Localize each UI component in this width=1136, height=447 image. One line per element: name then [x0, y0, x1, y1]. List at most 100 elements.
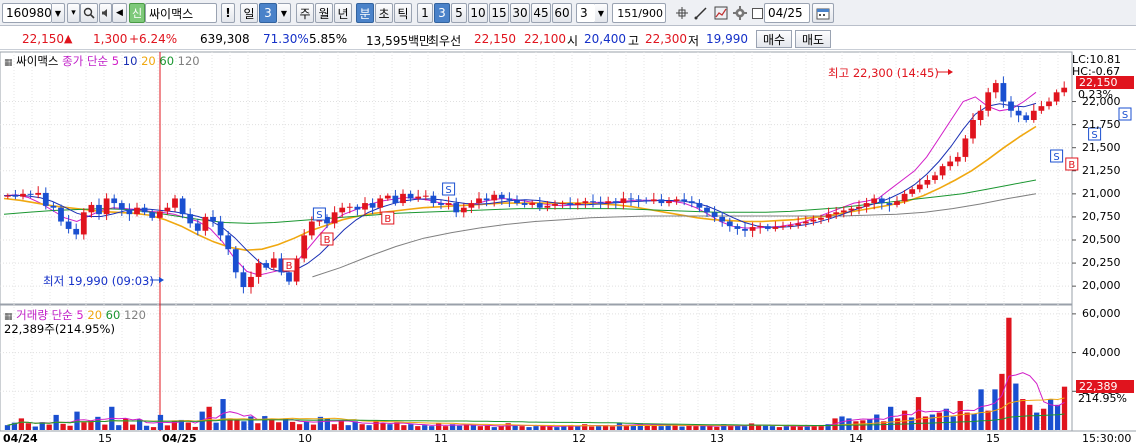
- signal-label: S: [1053, 152, 1059, 163]
- candle-body: [339, 207, 346, 213]
- volume-bar: [345, 425, 351, 430]
- candle-body: [992, 83, 999, 93]
- interval-dropdown[interactable]: ▼: [595, 3, 608, 23]
- candle-body: [384, 195, 391, 199]
- volume-bar: [1006, 317, 1012, 430]
- volume-bar: [839, 416, 845, 430]
- interval-30-button[interactable]: 30: [510, 3, 530, 23]
- period-week-button[interactable]: 주: [296, 3, 314, 23]
- volume-pct-tag: 214.95%: [1078, 392, 1127, 405]
- interval-1-button[interactable]: 1: [417, 3, 433, 23]
- volume-bar: [1061, 386, 1068, 430]
- candle-body: [726, 221, 733, 227]
- candle-body: [559, 203, 566, 205]
- calendar-icon[interactable]: [812, 3, 834, 23]
- draw-line-tool-icon[interactable]: [692, 3, 710, 23]
- candle-body: [1000, 83, 1007, 102]
- y-tick-label: 21,000: [1082, 186, 1121, 200]
- period-dropdown[interactable]: ▼: [278, 3, 291, 23]
- volume-bar: [978, 389, 984, 430]
- candle-body: [970, 120, 976, 139]
- interval-5-button[interactable]: 5: [451, 3, 467, 23]
- candle-body: [590, 201, 596, 203]
- trade-volume: 639,308: [200, 32, 250, 46]
- volume-bar: [303, 421, 310, 430]
- volume-bar: [25, 423, 31, 430]
- stock-code-dropdown[interactable]: ▼: [52, 3, 65, 23]
- low-label: 저: [688, 34, 700, 48]
- prev-stock-icon[interactable]: ◀: [112, 3, 127, 23]
- chart-settings-icon[interactable]: [712, 3, 730, 23]
- candle-body: [1046, 101, 1052, 107]
- candle-body: [894, 201, 900, 205]
- interval-custom-field[interactable]: 3: [576, 3, 596, 23]
- interval-10-button[interactable]: 10: [468, 3, 488, 23]
- period-year-button[interactable]: 년: [334, 3, 352, 23]
- stock-info-button[interactable]: !: [221, 3, 235, 23]
- volume-bar: [936, 412, 942, 430]
- volume-bar: [296, 424, 303, 430]
- candle-body: [810, 219, 817, 222]
- sell-button[interactable]: 매도: [795, 30, 831, 48]
- x-label-10: 10: [298, 432, 312, 445]
- volume-bar: [547, 426, 553, 430]
- crosshair-tool-icon[interactable]: [673, 3, 691, 23]
- candle-body: [582, 201, 589, 204]
- candle-body: [194, 223, 201, 231]
- period-month-button[interactable]: 월: [315, 3, 333, 23]
- speaker-icon[interactable]: [99, 3, 112, 23]
- code-search-arrow-icon[interactable]: ▾: [67, 3, 80, 23]
- candle-body: [88, 204, 95, 213]
- date-field[interactable]: 04/25: [764, 3, 810, 23]
- period-number-field[interactable]: 3: [259, 3, 277, 23]
- candle-body: [574, 203, 581, 205]
- candle-body: [1030, 110, 1037, 120]
- price-volume-chart[interactable]: SBBBSSBSS: [0, 51, 1136, 447]
- volume-bar: [95, 416, 101, 430]
- chart-area[interactable]: SBBBSSBSS ▦ 싸이맥스 종가 단순 5 10 20 60 120 ▦ …: [0, 51, 1136, 447]
- candle-body: [270, 258, 277, 268]
- interval-15-button[interactable]: 15: [489, 3, 509, 23]
- volume-ratio: 71.30%: [263, 32, 309, 46]
- date-checkbox[interactable]: [751, 3, 764, 23]
- period-day-button[interactable]: 일: [240, 3, 258, 23]
- interval-60-button[interactable]: 60: [552, 3, 572, 23]
- interval-45-button[interactable]: 45: [531, 3, 551, 23]
- buy-button[interactable]: 매수: [756, 30, 792, 48]
- candle-body: [848, 208, 855, 211]
- stock-name-field[interactable]: 싸이맥스: [145, 3, 217, 23]
- candle-body: [111, 198, 118, 204]
- candle-body: [802, 221, 809, 224]
- gear-icon[interactable]: [732, 3, 748, 23]
- period-tick-button[interactable]: 틱: [394, 3, 412, 23]
- volume-bar: [1020, 399, 1026, 430]
- candle-body: [962, 138, 969, 157]
- volume-bar: [707, 426, 713, 430]
- candle-body: [58, 207, 64, 222]
- candle-body: [704, 207, 710, 213]
- candle-body: [225, 235, 232, 250]
- candle-body: [80, 212, 87, 235]
- low-annotation: 최저 19,990 (09:03): [43, 274, 154, 288]
- volume-bar: [999, 373, 1005, 430]
- volume-bar: [797, 426, 803, 430]
- candle-body: [20, 193, 26, 197]
- candle-body: [286, 272, 292, 282]
- volume-bar: [276, 422, 282, 430]
- candle-body: [460, 207, 467, 213]
- interval-3-button[interactable]: 3: [434, 3, 450, 23]
- price-change: 1,300: [93, 32, 128, 46]
- candle-body: [498, 194, 505, 199]
- period-minute-button[interactable]: 분: [356, 3, 374, 23]
- candle-count-field[interactable]: 151/900: [612, 3, 666, 23]
- volume-bar: [373, 420, 379, 430]
- volume-bar: [310, 424, 317, 430]
- period-second-button[interactable]: 초: [375, 3, 393, 23]
- volume-bar: [150, 427, 157, 430]
- candle-body: [954, 156, 961, 162]
- volume-bar: [32, 426, 38, 430]
- search-icon[interactable]: [80, 3, 98, 23]
- stock-code-input[interactable]: 160980: [2, 3, 52, 23]
- volume-bar: [470, 425, 477, 430]
- candle-body: [840, 210, 847, 213]
